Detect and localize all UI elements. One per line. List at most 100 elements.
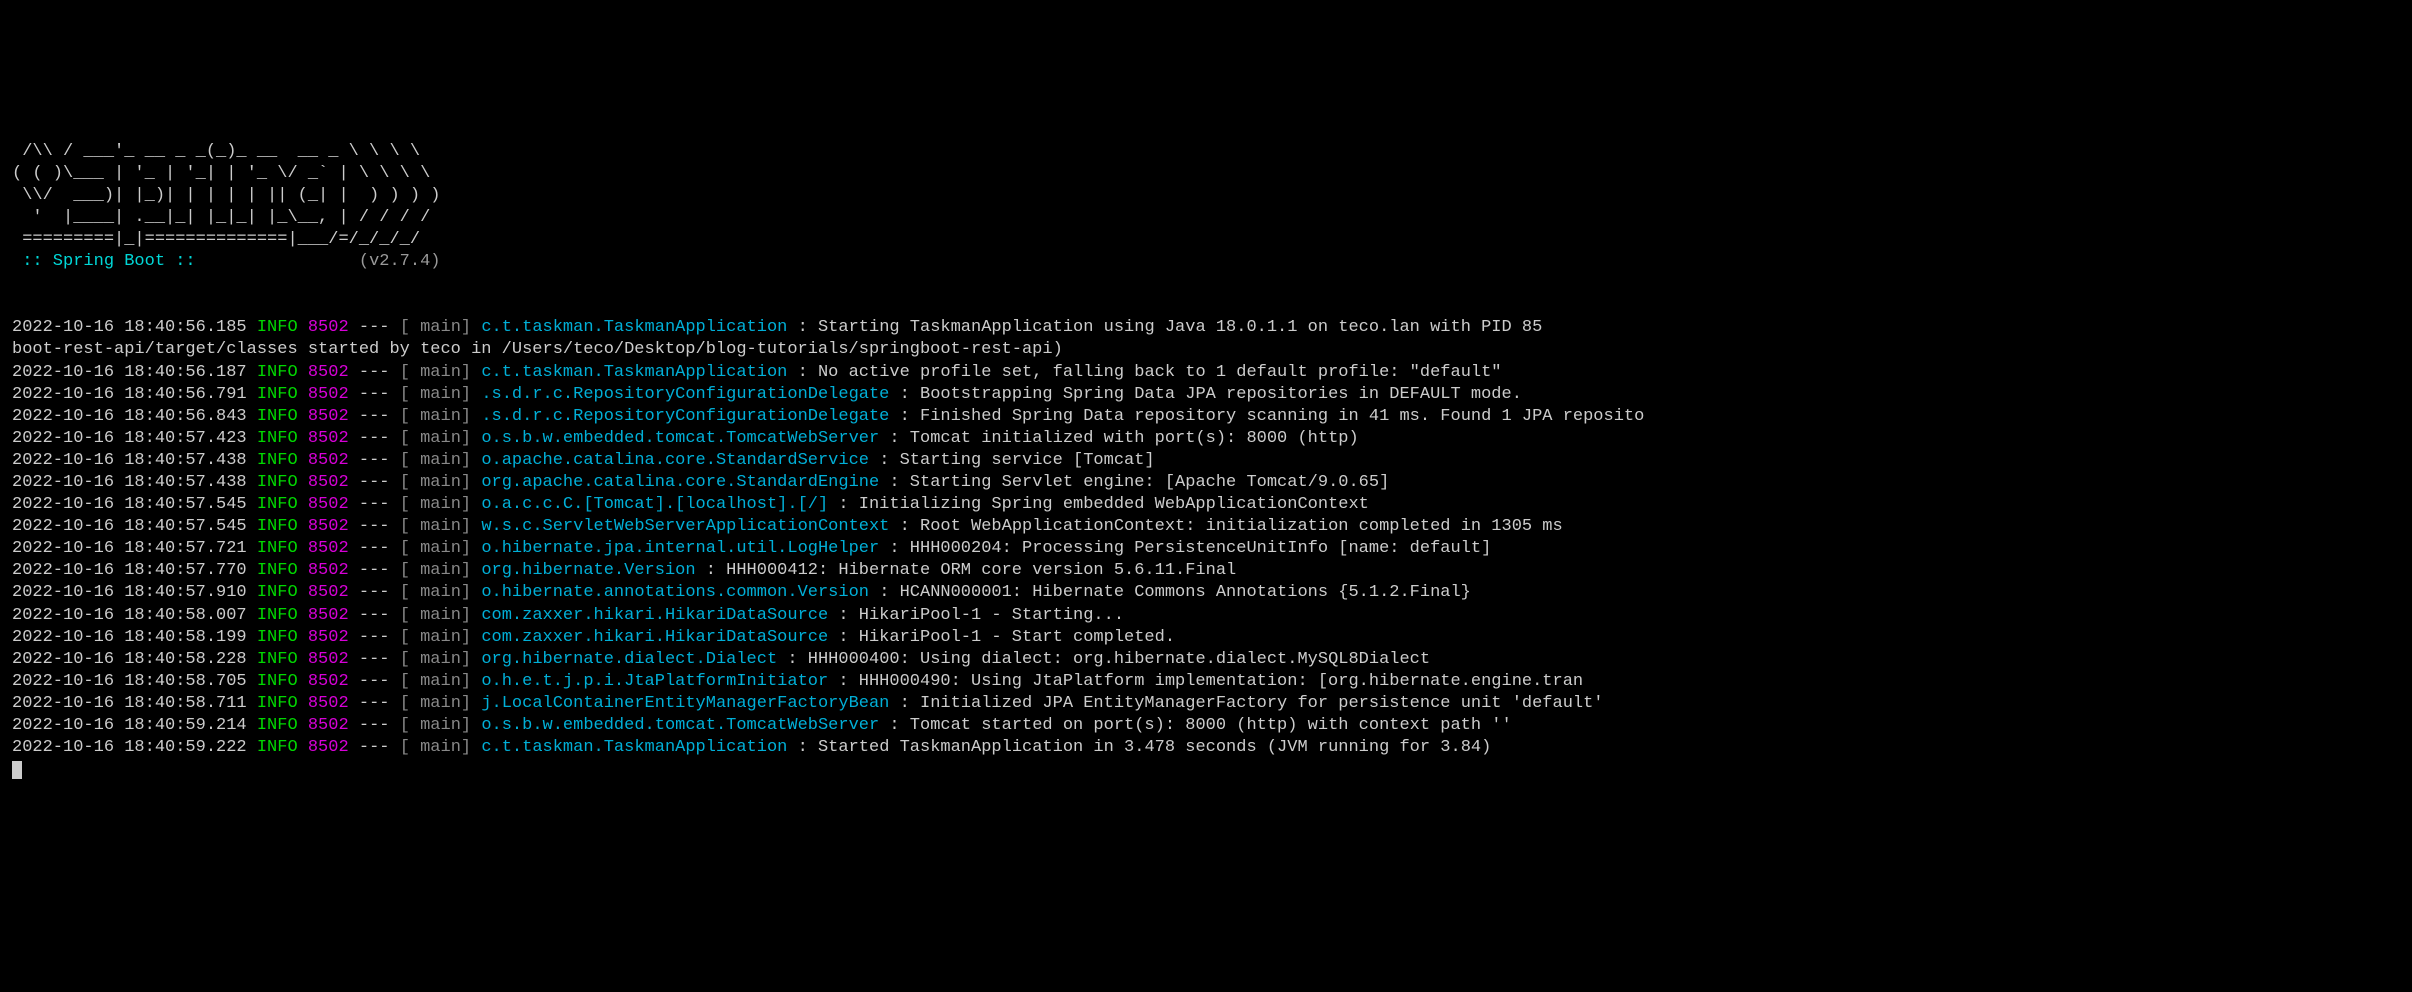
log-pid: 8502 <box>308 628 349 647</box>
log-message: HHH000490: Using JtaPlatform implementat… <box>859 672 1583 691</box>
log-line: 2022-10-16 18:40:58.711 INFO 8502 --- [ … <box>12 693 2400 715</box>
log-pid: 8502 <box>308 429 349 448</box>
log-message: Initialized JPA EntityManagerFactory for… <box>920 694 1604 713</box>
log-logger: o.apache.catalina.core.StandardService <box>481 451 879 470</box>
log-thread: [ main] <box>400 363 471 382</box>
log-line: 2022-10-16 18:40:56.187 INFO 8502 --- [ … <box>12 362 2400 384</box>
log-level: INFO <box>257 429 308 448</box>
log-pid: 8502 <box>308 672 349 691</box>
log-pid: 8502 <box>308 650 349 669</box>
log-level: INFO <box>257 561 308 580</box>
log-thread: [ main] <box>400 517 471 536</box>
log-level: INFO <box>257 363 308 382</box>
log-timestamp: 2022-10-16 18:40:58.199 <box>12 628 247 647</box>
log-line: 2022-10-16 18:40:57.545 INFO 8502 --- [ … <box>12 494 2400 516</box>
log-timestamp: 2022-10-16 18:40:58.711 <box>12 694 247 713</box>
log-thread: [ main] <box>400 318 471 337</box>
log-message: HHH000400: Using dialect: org.hibernate.… <box>808 650 1430 669</box>
banner-line: ( ( )\___ | '_ | '_| | '_ \/ _` | \ \ \ … <box>12 164 430 183</box>
log-line: 2022-10-16 18:40:58.228 INFO 8502 --- [ … <box>12 649 2400 671</box>
log-timestamp: 2022-10-16 18:40:56.187 <box>12 363 247 382</box>
log-pid: 8502 <box>308 363 349 382</box>
log-thread: [ main] <box>400 561 471 580</box>
log-pid: 8502 <box>308 407 349 426</box>
log-logger: com.zaxxer.hikari.HikariDataSource <box>481 606 838 625</box>
log-level: INFO <box>257 451 308 470</box>
log-message: Tomcat started on port(s): 8000 (http) w… <box>910 716 1512 735</box>
log-message: HHH000204: Processing PersistenceUnitInf… <box>910 539 1492 558</box>
log-message: Starting TaskmanApplication using Java 1… <box>818 318 1542 337</box>
log-logger: o.s.b.w.embedded.tomcat.TomcatWebServer <box>481 429 889 448</box>
log-timestamp: 2022-10-16 18:40:58.007 <box>12 606 247 625</box>
log-line: 2022-10-16 18:40:56.185 INFO 8502 --- [ … <box>12 317 2400 339</box>
log-message: Bootstrapping Spring Data JPA repositori… <box>920 385 1522 404</box>
log-thread: [ main] <box>400 407 471 426</box>
log-thread: [ main] <box>400 583 471 602</box>
log-pid: 8502 <box>308 517 349 536</box>
log-message: Starting service [Tomcat] <box>900 451 1155 470</box>
log-line: 2022-10-16 18:40:59.214 INFO 8502 --- [ … <box>12 715 2400 737</box>
log-line: 2022-10-16 18:40:57.438 INFO 8502 --- [ … <box>12 472 2400 494</box>
log-line: 2022-10-16 18:40:58.705 INFO 8502 --- [ … <box>12 671 2400 693</box>
log-logger: o.hibernate.jpa.internal.util.LogHelper <box>481 539 889 558</box>
log-message: No active profile set, falling back to 1… <box>818 363 1502 382</box>
log-message: HikariPool-1 - Start completed. <box>859 628 1175 647</box>
log-logger: o.hibernate.annotations.common.Version <box>481 583 879 602</box>
log-level: INFO <box>257 495 308 514</box>
cursor <box>12 761 22 779</box>
log-level: INFO <box>257 672 308 691</box>
log-level: INFO <box>257 407 308 426</box>
log-pid: 8502 <box>308 561 349 580</box>
log-thread: [ main] <box>400 694 471 713</box>
log-thread: [ main] <box>400 451 471 470</box>
log-pid: 8502 <box>308 451 349 470</box>
log-message: Tomcat initialized with port(s): 8000 (h… <box>910 429 1359 448</box>
log-logger: o.a.c.c.C.[Tomcat].[localhost].[/] <box>481 495 838 514</box>
log-thread: [ main] <box>400 495 471 514</box>
banner-line: \\/ ___)| |_)| | | | | || (_| | ) ) ) ) <box>12 186 440 205</box>
log-logger: j.LocalContainerEntityManagerFactoryBean <box>481 694 889 713</box>
log-line: 2022-10-16 18:40:58.199 INFO 8502 --- [ … <box>12 627 2400 649</box>
log-wrap: boot-rest-api/target/classes started by … <box>12 339 2400 361</box>
log-level: INFO <box>257 583 308 602</box>
log-level: INFO <box>257 473 308 492</box>
log-message: HHH000412: Hibernate ORM core version 5.… <box>726 561 1236 580</box>
log-logger: com.zaxxer.hikari.HikariDataSource <box>481 628 838 647</box>
log-line: 2022-10-16 18:40:58.007 INFO 8502 --- [ … <box>12 605 2400 627</box>
banner-line: /\\ / ___'_ __ _ _(_)_ __ __ _ \ \ \ \ <box>12 142 420 161</box>
log-timestamp: 2022-10-16 18:40:58.228 <box>12 650 247 669</box>
log-thread: [ main] <box>400 606 471 625</box>
log-message: Root WebApplicationContext: initializati… <box>920 517 1563 536</box>
log-timestamp: 2022-10-16 18:40:57.423 <box>12 429 247 448</box>
log-timestamp: 2022-10-16 18:40:59.222 <box>12 738 247 757</box>
log-level: INFO <box>257 650 308 669</box>
log-logger: c.t.taskman.TaskmanApplication <box>481 738 797 757</box>
log-message: HikariPool-1 - Starting... <box>859 606 1124 625</box>
log-level: INFO <box>257 606 308 625</box>
log-line: 2022-10-16 18:40:57.438 INFO 8502 --- [ … <box>12 450 2400 472</box>
log-thread: [ main] <box>400 385 471 404</box>
log-timestamp: 2022-10-16 18:40:57.438 <box>12 451 247 470</box>
log-line: 2022-10-16 18:40:56.843 INFO 8502 --- [ … <box>12 406 2400 428</box>
log-level: INFO <box>257 628 308 647</box>
log-thread: [ main] <box>400 650 471 669</box>
log-thread: [ main] <box>400 672 471 691</box>
log-timestamp: 2022-10-16 18:40:57.438 <box>12 473 247 492</box>
log-level: INFO <box>257 738 308 757</box>
log-thread: [ main] <box>400 473 471 492</box>
banner-line: ' |____| .__|_| |_|_| |_\__, | / / / / <box>12 208 430 227</box>
log-pid: 8502 <box>308 318 349 337</box>
spring-boot-version: (v2.7.4) <box>359 252 441 271</box>
log-pid: 8502 <box>308 606 349 625</box>
log-logger: w.s.c.ServletWebServerApplicationContext <box>481 517 889 536</box>
log-pid: 8502 <box>308 694 349 713</box>
log-level: INFO <box>257 318 308 337</box>
log-message: Finished Spring Data repository scanning… <box>920 407 1644 426</box>
log-pid: 8502 <box>308 738 349 757</box>
log-line: 2022-10-16 18:40:56.791 INFO 8502 --- [ … <box>12 384 2400 406</box>
log-logger: org.apache.catalina.core.StandardEngine <box>481 473 889 492</box>
log-logger: .s.d.r.c.RepositoryConfigurationDelegate <box>481 407 889 426</box>
log-logger: c.t.taskman.TaskmanApplication <box>481 363 797 382</box>
log-message: HCANN000001: Hibernate Commons Annotatio… <box>900 583 1471 602</box>
log-timestamp: 2022-10-16 18:40:56.843 <box>12 407 247 426</box>
